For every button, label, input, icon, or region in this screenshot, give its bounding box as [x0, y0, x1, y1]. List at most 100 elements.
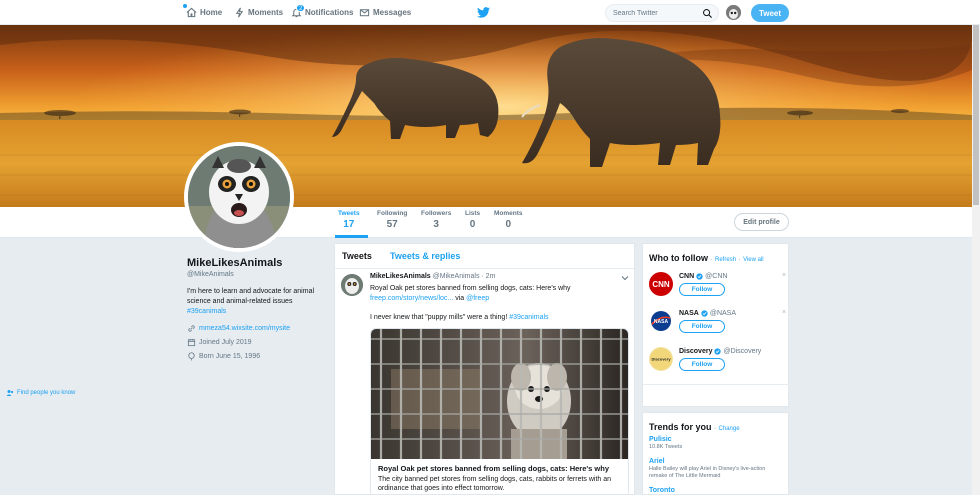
verified-badge-icon	[714, 348, 722, 355]
account-name[interactable]: Discovery	[679, 348, 712, 355]
cnn-logo-mark: CNN	[652, 280, 670, 289]
lemur-thumbnail-icon	[341, 274, 363, 296]
chevron-down-icon[interactable]	[621, 274, 629, 282]
tab-tweets[interactable]: Tweets	[342, 251, 372, 261]
suggested-account-nasa[interactable]: NASA NASA @NASA Follow ×	[649, 309, 787, 343]
profile-website[interactable]: mmeza54.wixsite.com/mysite	[187, 324, 290, 333]
elephants-sunset-banner-image	[0, 25, 972, 207]
account-name-row: Discovery @Discovery	[679, 348, 761, 355]
change-link[interactable]: Change	[719, 426, 740, 432]
trend-item[interactable]: Toronto	[649, 487, 784, 494]
tweet-comment-text: I never knew that "puppy mills" were a t…	[370, 314, 508, 321]
account-handle[interactable]: @CNN	[705, 273, 727, 280]
trends-panel: Trends for you · Change Pulisic 10.8K Tw…	[642, 412, 789, 495]
tab-tweets-and-replies[interactable]: Tweets & replies	[390, 251, 460, 261]
nav-moments[interactable]: Moments	[234, 0, 283, 25]
stat-following-value: 57	[386, 219, 398, 230]
follow-button[interactable]: Follow	[679, 320, 725, 333]
refresh-link[interactable]: Refresh	[715, 257, 736, 263]
timeline-tabs: Tweets Tweets & replies	[335, 244, 634, 269]
link-preview-card[interactable]: Royal Oak pet stores banned from selling…	[370, 328, 629, 494]
who-to-follow-panel: Who to follow · Refresh · View all CNN C…	[642, 243, 790, 407]
verified-badge-icon	[696, 273, 703, 280]
account-avatar[interactable]	[726, 5, 741, 20]
nasa-logo-icon[interactable]: NASA	[649, 309, 673, 333]
stat-moments-label: Moments	[494, 210, 523, 217]
scrollbar-thumb[interactable]	[973, 25, 979, 205]
tweet-time[interactable]: · 2m	[481, 273, 495, 280]
cnn-logo-text: CNN	[652, 280, 670, 289]
profile-avatar[interactable]	[184, 142, 294, 252]
tweet-via-handle[interactable]: @freep	[466, 295, 489, 302]
divider	[643, 384, 790, 385]
lemur-thumbnail-icon	[726, 5, 741, 20]
follow-button[interactable]: Follow	[679, 358, 725, 371]
tweet-comment: I never knew that "puppy mills" were a t…	[370, 314, 630, 321]
envelope-icon	[359, 9, 370, 17]
trends-title: Trends for you	[649, 422, 712, 432]
stat-followers-label: Followers	[421, 210, 452, 217]
page-scrollbar[interactable]	[972, 25, 980, 495]
nav-home[interactable]: Home	[186, 0, 222, 25]
discovery-logo-text: Discovery	[651, 357, 671, 362]
find-people-label[interactable]: Find people you know	[17, 390, 75, 396]
cnn-logo-icon[interactable]: CNN	[649, 272, 673, 296]
nav-messages[interactable]: Messages	[359, 0, 411, 25]
account-handle[interactable]: @NASA	[710, 310, 736, 317]
stat-moments[interactable]: Moments 0	[494, 210, 523, 230]
nav-notifications-label: Notifications	[305, 8, 354, 17]
search-icon[interactable]	[702, 8, 713, 19]
tweet-link[interactable]: freep.com/story/news/loc...	[370, 295, 453, 302]
nav-home-label: Home	[200, 8, 223, 17]
card-title: Royal Oak pet stores banned from selling…	[378, 464, 610, 473]
profile-birthday: Born June 15, 1996	[187, 352, 260, 361]
trend-item[interactable]: Ariel Halle Bailey will play Ariel in Di…	[649, 458, 784, 480]
account-name[interactable]: NASA	[679, 310, 699, 317]
card-description: The city banned pet stores from selling …	[378, 476, 612, 492]
tweet-author-name[interactable]: MikeLikesAnimals	[370, 273, 431, 280]
trend-topic[interactable]: Toronto	[649, 487, 784, 494]
stat-following-label: Following	[377, 210, 408, 217]
search-box[interactable]	[605, 4, 719, 22]
stat-following[interactable]: Following 57	[377, 210, 407, 230]
profile-nav-bar	[0, 207, 972, 238]
stat-followers[interactable]: Followers 3	[421, 210, 451, 230]
dismiss-icon[interactable]: ×	[782, 272, 786, 279]
profile-bio-text: I'm here to learn and advocate for anima…	[187, 288, 315, 305]
view-all-link[interactable]: View all	[743, 257, 764, 263]
dismiss-icon[interactable]: ×	[782, 309, 786, 316]
trend-topic[interactable]: Ariel	[649, 458, 784, 465]
find-people-link[interactable]: Find people you know	[6, 389, 75, 397]
who-to-follow-title: Who to follow	[649, 253, 708, 263]
caged-dog-image	[371, 329, 628, 459]
stat-tweets[interactable]: Tweets 17	[338, 210, 360, 230]
tweet-author-avatar[interactable]	[341, 274, 363, 296]
twitter-bird-icon[interactable]	[477, 7, 490, 18]
profile-website-link[interactable]: mmeza54.wixsite.com/mysite	[199, 325, 290, 332]
profile-joined: Joined July 2019	[187, 338, 252, 347]
profile-birthday-text: Born June 15, 1996	[199, 353, 261, 360]
edit-profile-button[interactable]: Edit profile	[734, 213, 789, 231]
stat-lists-value: 0	[469, 219, 476, 230]
search-input[interactable]	[613, 9, 701, 17]
trend-item[interactable]: Pulisic 10.8K Tweets	[649, 436, 784, 451]
stat-tweets-label: Tweets	[338, 210, 360, 217]
stat-lists[interactable]: Lists 0	[465, 210, 480, 230]
stat-moments-value: 0	[505, 219, 512, 230]
account-handle[interactable]: @Discovery	[723, 348, 761, 355]
discovery-logo-icon[interactable]: Discovery	[649, 347, 673, 371]
people-icon	[6, 390, 14, 396]
profile-bio-hashtag[interactable]: #39canimals	[187, 307, 332, 317]
separator: ·	[714, 426, 717, 432]
nav-messages-label: Messages	[373, 8, 412, 17]
suggested-account-cnn[interactable]: CNN CNN @CNN Follow ×	[649, 272, 787, 306]
tweet-button[interactable]: Tweet	[751, 4, 789, 22]
tweet-comment-hashtag[interactable]: #39canimals	[509, 314, 548, 321]
trend-topic[interactable]: Pulisic	[649, 436, 784, 443]
suggested-account-discovery[interactable]: Discovery Discovery @Discovery Follow	[649, 347, 787, 381]
account-name[interactable]: CNN	[679, 273, 694, 280]
header-banner[interactable]	[0, 25, 972, 207]
tweet-author-handle[interactable]: @MikeAnimals	[433, 273, 480, 280]
separator: ·	[738, 257, 741, 263]
follow-button[interactable]: Follow	[679, 283, 725, 296]
